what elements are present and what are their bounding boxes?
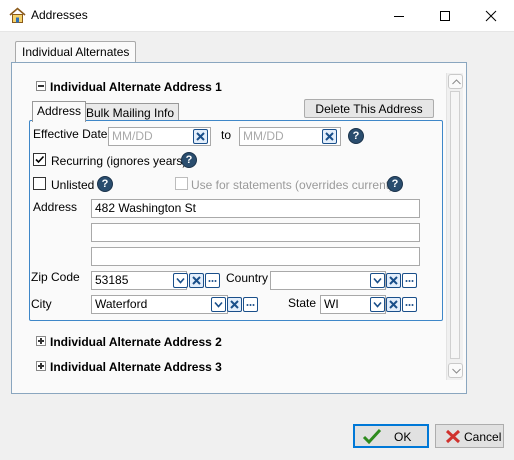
- help-icon-dates[interactable]: ?: [348, 128, 364, 144]
- close-button[interactable]: [468, 0, 514, 32]
- to-label: to: [221, 128, 232, 142]
- country-browse-button[interactable]: [402, 273, 417, 288]
- city-browse-button[interactable]: [243, 297, 258, 312]
- maximize-icon: [440, 11, 450, 21]
- maximize-button[interactable]: [422, 0, 468, 32]
- state-dropdown-button[interactable]: [370, 297, 385, 312]
- state-clear-button[interactable]: [386, 297, 401, 312]
- state-browse-button[interactable]: [402, 297, 417, 312]
- close-icon: [485, 10, 497, 22]
- chevron-down-icon: [452, 368, 461, 374]
- clear-icon: [389, 300, 398, 309]
- zip-browse-button[interactable]: [205, 273, 220, 288]
- expand-icon[interactable]: [36, 336, 46, 346]
- zip-code-label: Zip Code: [31, 270, 80, 284]
- checkmark-icon: [362, 428, 382, 445]
- chevron-down-icon: [373, 301, 382, 308]
- section-title-address-1[interactable]: Individual Alternate Address 1: [50, 80, 222, 94]
- address-line-2-field[interactable]: [91, 223, 420, 242]
- unlisted-checkbox[interactable]: [33, 177, 46, 190]
- clear-to-button[interactable]: [322, 129, 337, 144]
- clear-icon: [192, 276, 201, 285]
- cancel-button-label: Cancel: [464, 430, 502, 444]
- address-tab-panel: [29, 120, 443, 321]
- effective-to-placeholder: MM/DD: [243, 129, 284, 143]
- ellipsis-icon: [246, 304, 255, 306]
- chevron-down-icon: [176, 277, 185, 284]
- statements-label: Use for statements (overrides current): [191, 178, 394, 192]
- section-title-address-3[interactable]: Individual Alternate Address 3: [50, 360, 222, 374]
- country-label: Country: [226, 271, 269, 285]
- address-line-3-field[interactable]: [91, 247, 420, 266]
- tab-individual-alternates[interactable]: Individual Alternates: [15, 41, 137, 63]
- address-label: Address: [33, 200, 78, 214]
- recurring-checkbox[interactable]: [33, 153, 46, 166]
- zip-clear-button[interactable]: [189, 273, 204, 288]
- tab-address[interactable]: Address: [32, 101, 87, 122]
- help-icon-recurring[interactable]: ?: [181, 152, 197, 168]
- chevron-up-icon: [452, 79, 461, 85]
- help-icon-statements[interactable]: ?: [387, 176, 403, 192]
- ellipsis-icon: [405, 304, 414, 306]
- statements-checkbox[interactable]: [175, 177, 188, 190]
- vertical-scrollbar[interactable]: [446, 73, 463, 380]
- scroll-thumb[interactable]: [450, 91, 460, 359]
- recurring-label[interactable]: Recurring (ignores years): [51, 154, 186, 168]
- checkmark-icon: [35, 155, 45, 164]
- ok-button[interactable]: OK: [353, 424, 429, 448]
- state-label: State: [288, 296, 317, 310]
- section-title-address-2[interactable]: Individual Alternate Address 2: [50, 335, 222, 349]
- effective-from-placeholder: MM/DD: [112, 129, 153, 143]
- clear-icon: [230, 300, 239, 309]
- tab-individual-alternates-label: Individual Alternates: [22, 45, 130, 59]
- scroll-down-button[interactable]: [448, 363, 463, 378]
- title-bar: Addresses: [0, 0, 514, 32]
- city-field[interactable]: Waterford: [91, 295, 228, 314]
- address-line-1-field[interactable]: 482 Washington St: [91, 199, 420, 218]
- country-clear-button[interactable]: [386, 273, 401, 288]
- window-title: Addresses: [31, 8, 88, 22]
- clear-from-button[interactable]: [193, 129, 208, 144]
- expand-icon[interactable]: [36, 361, 46, 371]
- collapse-icon[interactable]: [36, 81, 46, 91]
- effective-dates-label: Effective Dates: [33, 127, 114, 141]
- tab-address-label: Address: [37, 104, 82, 118]
- help-icon-unlisted[interactable]: ?: [97, 176, 113, 192]
- tab-bulk-mailing-label: Bulk Mailing Info: [86, 106, 175, 120]
- cancel-x-icon: [445, 429, 461, 444]
- minimize-button[interactable]: [376, 0, 422, 32]
- chevron-down-icon: [214, 301, 223, 308]
- chevron-down-icon: [373, 277, 382, 284]
- clear-icon: [325, 132, 334, 141]
- scroll-up-button[interactable]: [448, 74, 463, 89]
- cancel-button[interactable]: Cancel: [435, 424, 504, 448]
- country-field[interactable]: [270, 271, 386, 290]
- city-label: City: [31, 297, 52, 311]
- ellipsis-icon: [208, 280, 217, 282]
- city-dropdown-button[interactable]: [211, 297, 226, 312]
- clear-icon: [389, 276, 398, 285]
- country-dropdown-button[interactable]: [370, 273, 385, 288]
- zip-dropdown-button[interactable]: [173, 273, 188, 288]
- ellipsis-icon: [405, 280, 414, 282]
- home-icon: [9, 7, 26, 23]
- ok-button-label: OK: [394, 430, 412, 444]
- delete-address-button[interactable]: Delete This Address: [304, 99, 434, 118]
- minimize-icon: [394, 16, 404, 17]
- unlisted-label[interactable]: Unlisted: [51, 178, 94, 192]
- city-clear-button[interactable]: [227, 297, 242, 312]
- clear-icon: [196, 132, 205, 141]
